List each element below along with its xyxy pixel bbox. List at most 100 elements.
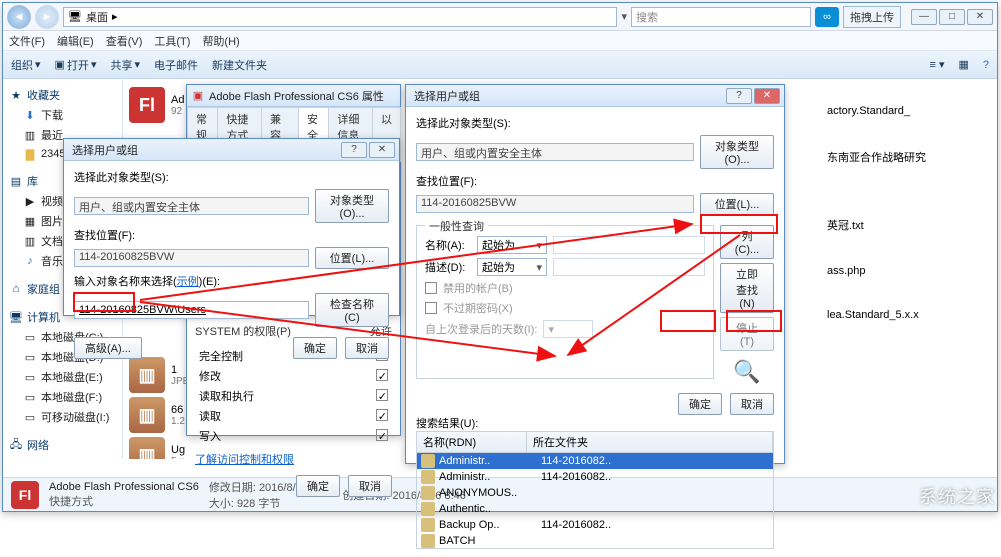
menu-help[interactable]: 帮助(H) xyxy=(202,33,239,49)
tree-downloads[interactable]: ⬇下载 xyxy=(7,105,118,125)
advanced-button[interactable]: 高级(A)... xyxy=(74,337,142,359)
menu-tools[interactable]: 工具(T) xyxy=(154,33,190,49)
location-button[interactable]: 位置(L)... xyxy=(315,247,389,269)
acl-help-link[interactable]: 了解访问控制和权限 xyxy=(195,454,294,466)
stop-button[interactable]: 停止(T) xyxy=(720,317,774,351)
example-link[interactable]: 示例 xyxy=(177,276,199,288)
minimize-button[interactable]: — xyxy=(911,9,937,25)
desc-match-combo[interactable]: 起始为 xyxy=(477,258,547,276)
col-name[interactable]: 名称(RDN) xyxy=(417,432,527,452)
email-button[interactable]: 电子邮件 xyxy=(154,57,198,73)
music-icon: ♪ xyxy=(23,254,37,268)
perm-write: 写入 xyxy=(197,427,347,445)
perm-checkbox[interactable]: ✓ xyxy=(376,429,388,441)
picture-icon: ▦ xyxy=(23,214,37,228)
maximize-button[interactable]: □ xyxy=(939,9,965,25)
noexpire-label: 不过期密码(X) xyxy=(443,300,513,316)
menu-edit[interactable]: 编辑(E) xyxy=(57,33,94,49)
preview-pane-button[interactable]: ▦ xyxy=(958,58,968,71)
col-folder[interactable]: 所在文件夹 xyxy=(527,432,773,452)
explorer-toolbar: 组织 ▾ ▣ 打开 ▾ 共享 ▾ 电子邮件 新建文件夹 ≡ ▾ ▦ ? xyxy=(3,51,997,79)
back-button[interactable]: ◄ xyxy=(7,5,31,29)
file-right-4[interactable]: lea.Standard_5.x.x xyxy=(827,307,987,323)
name-label: 名称(A): xyxy=(425,237,471,253)
tree-network[interactable]: 🖧网络 xyxy=(7,435,118,455)
disabled-checkbox[interactable] xyxy=(425,282,437,294)
file-label: Ug xyxy=(171,444,185,456)
desc-label: 描述(D): xyxy=(425,259,471,275)
breadcrumb-root[interactable]: 桌面 xyxy=(86,9,108,25)
results-label: 搜索结果(U): xyxy=(416,415,774,431)
chevron-right-icon: ▸ xyxy=(112,10,118,23)
perm-checkbox[interactable]: ✓ xyxy=(376,409,388,421)
result-row[interactable]: Administr..114-2016082.. xyxy=(417,453,773,469)
perm-read: 读取 xyxy=(197,407,347,425)
cancel-button[interactable]: 取消 xyxy=(345,337,389,359)
search-input[interactable]: 搜索 xyxy=(631,7,811,27)
flash-icon: Fl xyxy=(11,481,39,509)
share-button[interactable]: 共享 ▾ xyxy=(110,57,140,73)
address-bar[interactable]: 🖥 桌面 ▸ xyxy=(63,7,617,27)
result-row[interactable]: Backup Op..114-2016082.. xyxy=(417,517,773,533)
object-name-input[interactable] xyxy=(74,301,309,319)
drive-icon: ▭ xyxy=(23,330,37,344)
location-field: 114-20160825BVW xyxy=(74,249,309,267)
document-icon: ▥ xyxy=(23,234,37,248)
tree-drive-f[interactable]: ▭本地磁盘(F:) xyxy=(7,387,118,407)
location-button[interactable]: 位置(L)... xyxy=(700,193,774,215)
menu-view[interactable]: 查看(V) xyxy=(106,33,143,49)
find-now-button[interactable]: 立即查找(N) xyxy=(720,263,774,313)
view-options-button[interactable]: ≡ ▾ xyxy=(929,58,944,71)
name-input[interactable] xyxy=(553,236,705,254)
menu-file[interactable]: 文件(F) xyxy=(9,33,45,49)
cloud-icon[interactable]: ∞ xyxy=(815,7,839,27)
result-row[interactable]: Administr..114-2016082.. xyxy=(417,469,773,485)
open-button[interactable]: ▣ 打开 ▾ xyxy=(55,57,97,73)
ok-button[interactable]: 确定 xyxy=(296,475,340,497)
results-list[interactable]: Administr..114-2016082..Administr..114-2… xyxy=(416,453,774,549)
drive-icon: ▭ xyxy=(23,370,37,384)
file-right-3[interactable]: ass.php xyxy=(827,263,987,279)
tree-favorites[interactable]: ★收藏夹 xyxy=(7,85,118,105)
video-icon: ▶ xyxy=(23,194,37,208)
watermark: 系统之家 xyxy=(919,483,995,509)
object-type-button[interactable]: 对象类型(O)... xyxy=(700,135,774,169)
cancel-button[interactable]: 取消 xyxy=(348,475,392,497)
newfolder-button[interactable]: 新建文件夹 xyxy=(212,57,267,73)
close-button[interactable]: ✕ xyxy=(754,88,780,104)
file-right-2[interactable]: 英冠.txt xyxy=(827,215,987,235)
check-names-button[interactable]: 检查名称(C) xyxy=(315,293,389,327)
perm-readexec: 读取和执行 xyxy=(197,387,347,405)
help-button[interactable]: ? xyxy=(726,88,752,104)
perm-checkbox[interactable]: ✓ xyxy=(376,389,388,401)
rar-icon: ▥ xyxy=(129,437,165,459)
dialog-title: 选择用户或组 xyxy=(410,88,726,104)
ok-button[interactable]: 确定 xyxy=(678,393,722,415)
close-button[interactable]: ✕ xyxy=(967,9,993,25)
noexpire-checkbox[interactable] xyxy=(425,302,437,314)
result-row[interactable]: BATCH xyxy=(417,533,773,549)
drag-upload-button[interactable]: 拖拽上传 xyxy=(843,6,901,28)
file-right-1[interactable]: 东南亚合作战略研究 xyxy=(827,147,987,167)
help-icon[interactable]: ? xyxy=(983,59,989,71)
cancel-button[interactable]: 取消 xyxy=(730,393,774,415)
result-row[interactable]: ANONYMOUS.. xyxy=(417,485,773,501)
help-button[interactable]: ? xyxy=(341,142,367,158)
columns-button[interactable]: 列(C)... xyxy=(720,225,774,259)
flash-icon: Fl xyxy=(129,87,165,123)
desc-input[interactable] xyxy=(553,258,705,276)
forward-button[interactable]: ► xyxy=(35,5,59,29)
organize-button[interactable]: 组织 ▾ xyxy=(11,57,41,73)
close-button[interactable]: ✕ xyxy=(369,142,395,158)
select-user-group-dialog-advanced: 选择用户或组 ?✕ 选择此对象类型(S): 用户、组或内置安全主体 对象类型(O… xyxy=(405,84,785,464)
file-right-0[interactable]: actory.Standard_ xyxy=(827,103,987,119)
object-type-button[interactable]: 对象类型(O)... xyxy=(315,189,389,223)
status-type: 快捷方式 xyxy=(49,493,199,509)
tree-drive-i[interactable]: ▭可移动磁盘(I:) xyxy=(7,407,118,427)
ok-button[interactable]: 确定 xyxy=(293,337,337,359)
select-user-group-dialog-basic: 选择用户或组 ?✕ 选择此对象类型(S): 用户、组或内置安全主体 对象类型(O… xyxy=(63,138,400,316)
flash-icon: ▣ xyxy=(191,89,205,103)
menu-bar: 文件(F) 编辑(E) 查看(V) 工具(T) 帮助(H) xyxy=(3,31,997,51)
lastlogin-combo[interactable] xyxy=(543,320,593,338)
name-match-combo[interactable]: 起始为 xyxy=(477,236,547,254)
